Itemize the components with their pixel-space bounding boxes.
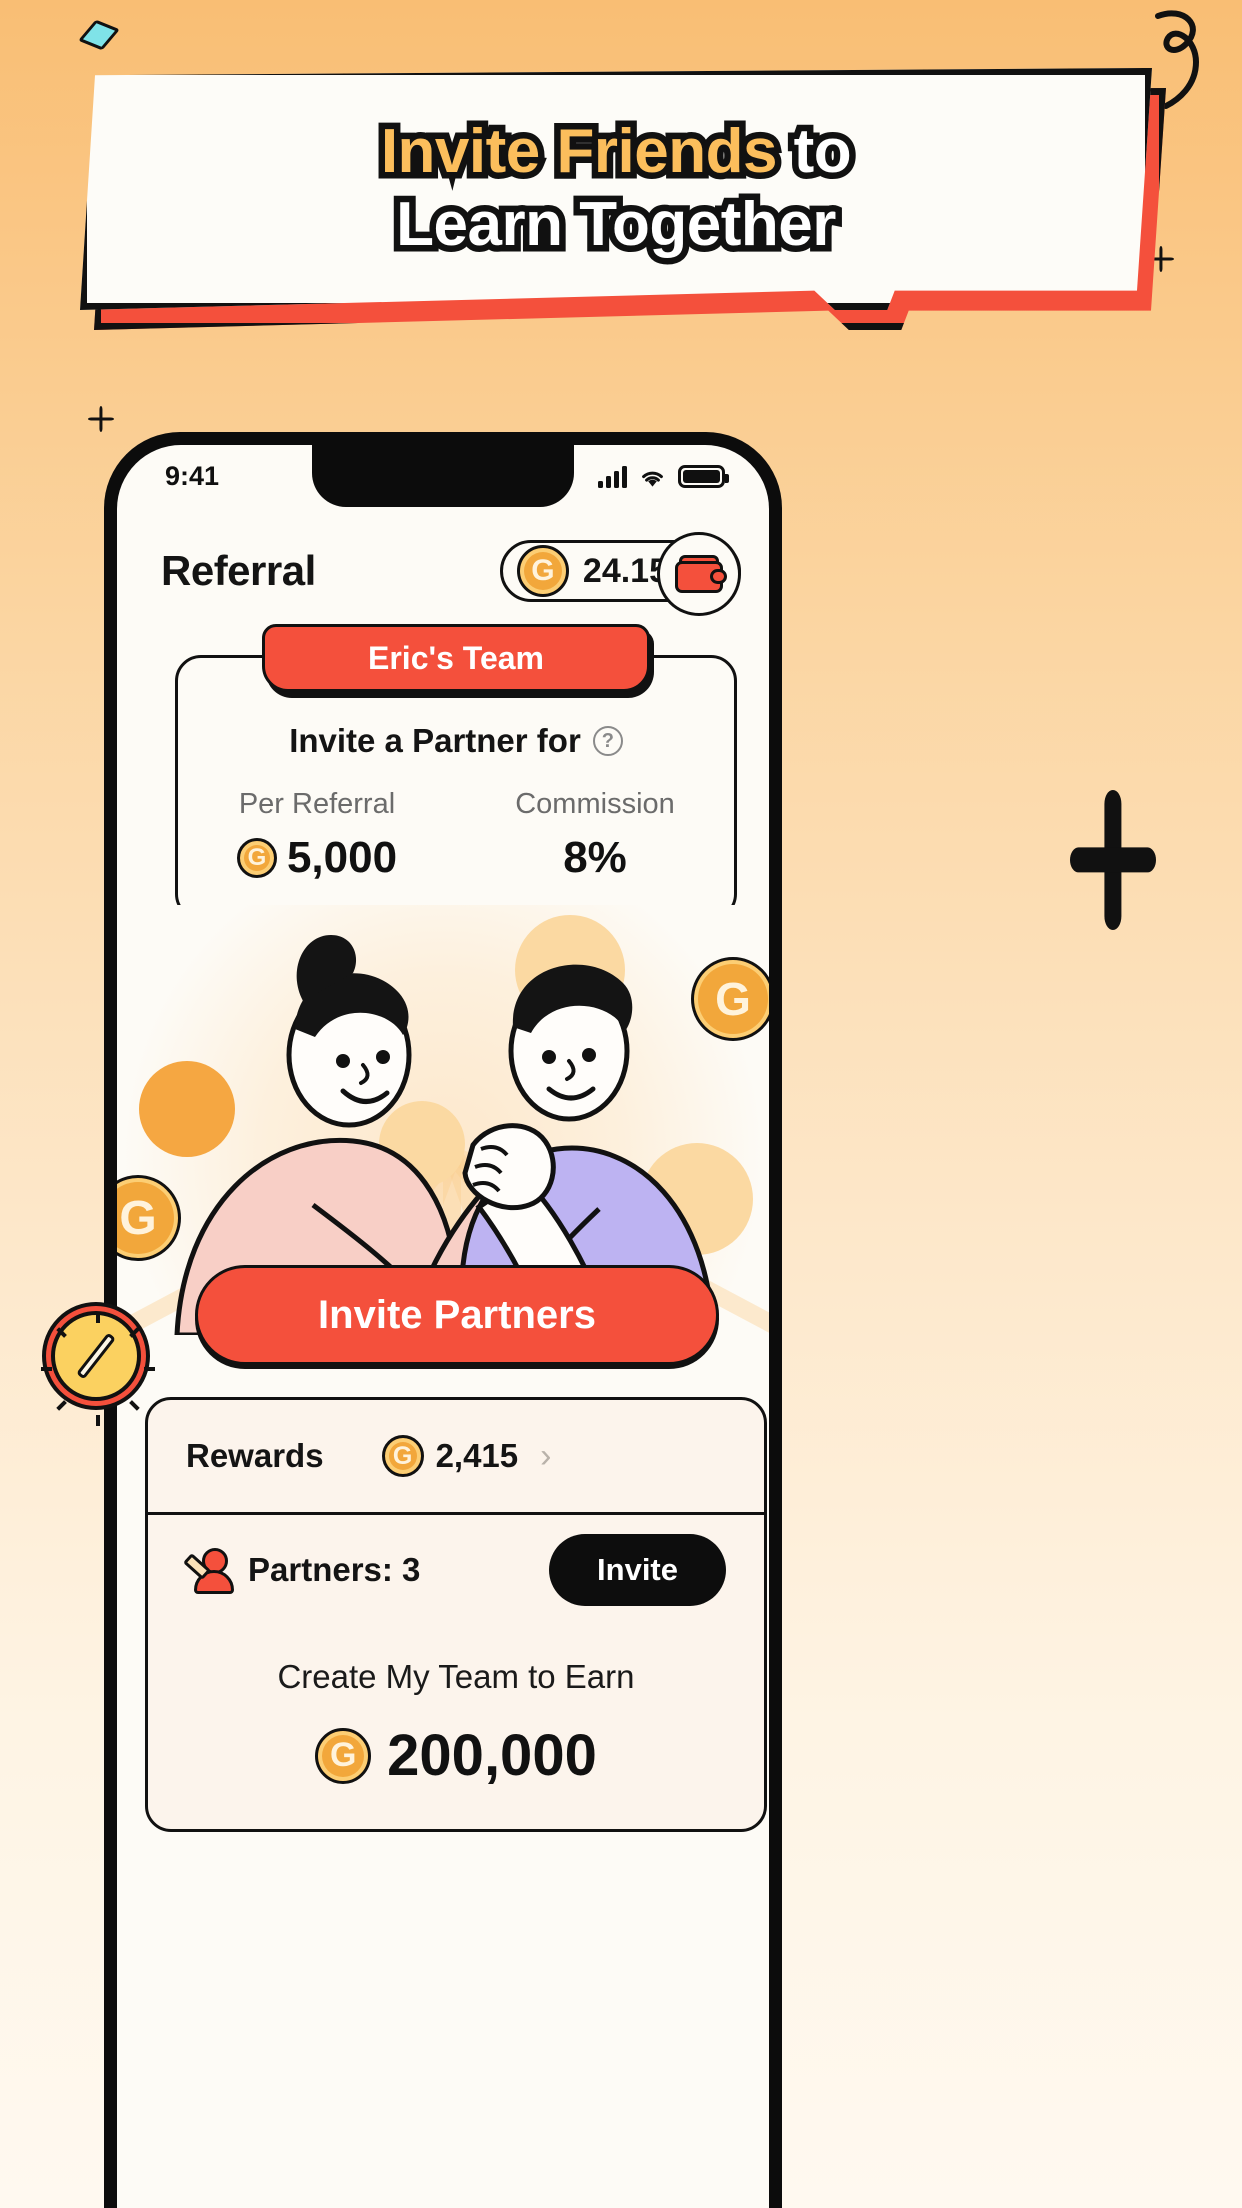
partners-row: Partners: 3 Invite	[148, 1512, 764, 1624]
coin-symbol: G	[531, 554, 555, 587]
balance-value: 24.15	[582, 551, 668, 590]
stat-label: Per Referral	[238, 788, 396, 820]
promo-banner: Invite Friends to Learn Together	[66, 62, 1166, 382]
stat-value-wrap: G 5,000	[178, 833, 456, 883]
create-team-title: Create My Team to Earn	[277, 1658, 635, 1695]
stats-row: Per Referral G 5,000 Commission 8%	[178, 788, 734, 883]
balance-chip[interactable]: G 24.15	[499, 532, 741, 616]
stat-commission: Commission 8%	[456, 788, 734, 883]
phone-screen: 9:41 Referral G 24.15 Eric's Team Invite…	[117, 445, 769, 2208]
partners-label: Partners: 3	[248, 1550, 421, 1588]
four-point-star-icon	[88, 406, 114, 432]
stat-value: 8%	[563, 833, 627, 882]
card-subtitle-row: Invite a Partner for ?	[178, 722, 734, 760]
stat-label: Commission	[515, 788, 675, 820]
coin-icon: G	[236, 838, 277, 878]
banner-headline-highlight: Invite Friends	[374, 112, 784, 192]
rewards-value-wrap: G 2,415 ›	[381, 1435, 552, 1477]
banner-headline-line1: Invite Friends to	[374, 112, 858, 192]
wallet-icon	[675, 555, 727, 593]
create-team-value: 200,000	[387, 1723, 597, 1788]
card-subtitle: Invite a Partner for	[289, 722, 581, 759]
large-four-point-star-icon	[1070, 790, 1156, 930]
chevron-right-icon: ›	[540, 1436, 552, 1475]
phone-mockup: 9:41 Referral G 24.15 Eric's Team Invite…	[104, 432, 782, 2208]
team-name-tab[interactable]: Eric's Team	[262, 624, 650, 692]
stat-per-referral: Per Referral G 5,000	[178, 788, 456, 883]
question-mark-icon[interactable]: ?	[592, 726, 623, 756]
floating-coin-icon: G	[691, 957, 769, 1041]
cellular-bars-icon	[598, 465, 627, 488]
page-header: Referral G 24.15	[117, 523, 769, 619]
status-time: 9:41	[165, 460, 220, 491]
banner-headline-line2: Learn Together	[390, 185, 843, 265]
rewards-row[interactable]: Rewards G 2,415 ›	[148, 1400, 764, 1512]
create-team-block: Create My Team to Earn G 200,000	[148, 1624, 764, 1829]
page-title: Referral	[161, 547, 316, 594]
wifi-icon	[642, 471, 663, 487]
coin-icon: G	[315, 1727, 372, 1784]
stat-value: 5,000	[286, 833, 398, 882]
coin-icon: G	[516, 545, 569, 597]
compass-icon	[41, 1302, 155, 1426]
cyan-diamond-sparkle-icon	[78, 19, 120, 51]
partner-person-icon	[182, 1546, 234, 1594]
invite-partners-button[interactable]: Invite Partners	[195, 1265, 719, 1365]
battery-full-icon	[678, 464, 729, 488]
referral-list-card: Rewards G 2,415 › Partners: 3 Invite Cre…	[145, 1397, 767, 1832]
status-bar: 9:41	[117, 445, 769, 507]
wallet-button[interactable]	[657, 532, 741, 616]
team-card: Eric's Team Invite a Partner for ? Per R…	[175, 624, 737, 920]
rewards-label: Rewards	[186, 1437, 324, 1474]
create-team-value-wrap: G 200,000	[148, 1722, 764, 1789]
rewards-value: 2,415	[435, 1437, 519, 1474]
coin-icon: G	[381, 1435, 424, 1477]
invite-button[interactable]: Invite	[549, 1533, 726, 1606]
banner-headline-rest: to	[776, 112, 858, 192]
